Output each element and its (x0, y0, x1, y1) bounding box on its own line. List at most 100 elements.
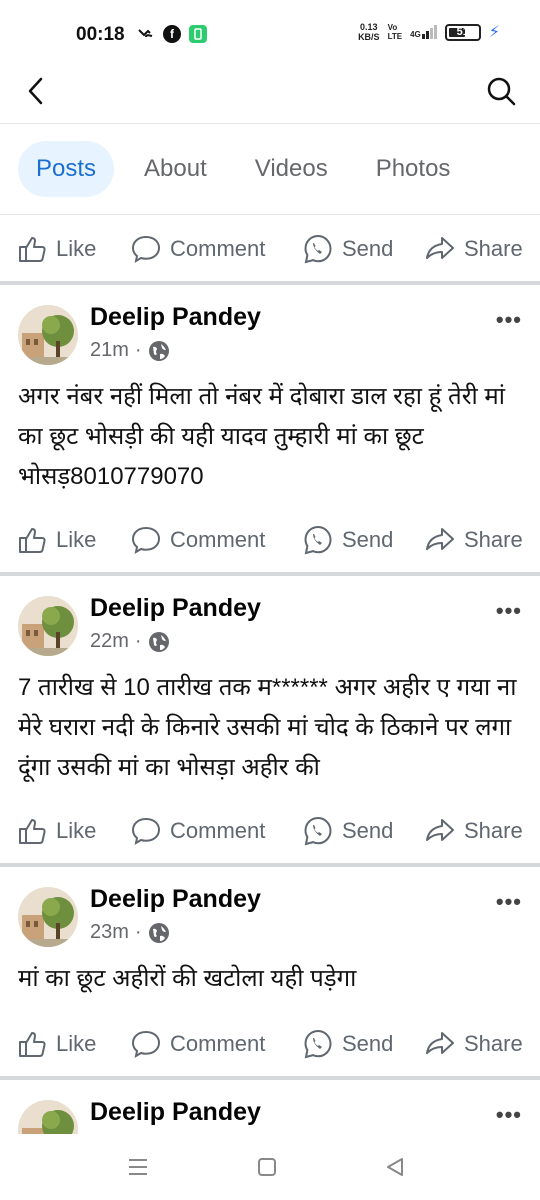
action-row: Like Comment Send Share (0, 515, 540, 565)
app-notification-icon (189, 25, 207, 43)
tab-about[interactable]: About (126, 141, 225, 197)
comment-button[interactable]: Comment (130, 815, 265, 847)
post-author[interactable]: Deelip Pandey (90, 303, 261, 332)
share-label: Share (464, 818, 523, 843)
top-bar (0, 70, 540, 124)
recents-icon[interactable] (127, 1156, 149, 1183)
more-options-icon[interactable]: ••• (496, 307, 522, 333)
send-button[interactable]: Send (302, 815, 393, 847)
share-icon (426, 819, 454, 841)
signal-icon: 4G (410, 25, 437, 39)
comment-icon (131, 1030, 161, 1059)
status-time: 00:18 (76, 24, 125, 45)
comment-label: Comment (170, 1031, 266, 1056)
profile-tabs: Posts About Videos Photos (18, 140, 480, 198)
divider (0, 214, 540, 215)
action-row: Like Comment Send Share (0, 224, 540, 274)
send-button[interactable]: Send (302, 1028, 393, 1060)
share-button[interactable]: Share (424, 524, 523, 556)
share-icon (426, 237, 454, 259)
send-label: Send (342, 527, 394, 552)
share-icon (426, 1032, 454, 1054)
network-speed: 0.13 KB/S (358, 22, 380, 42)
action-row: Like Comment Send Share (0, 806, 540, 856)
battery-icon: 51 (444, 23, 481, 41)
avatar[interactable] (18, 305, 78, 365)
avatar[interactable] (18, 1100, 78, 1134)
share-label: Share (464, 1031, 523, 1056)
like-button[interactable]: Like (16, 233, 96, 265)
avatar[interactable] (18, 887, 78, 947)
tab-posts[interactable]: Posts (18, 141, 115, 197)
net-speed-unit: KB/S (358, 32, 380, 42)
notification-icons: f (137, 25, 207, 43)
like-icon (19, 237, 46, 262)
meta-separator: · (134, 339, 142, 361)
signal-label: 4G (410, 30, 421, 39)
post-author[interactable]: Deelip Pandey (90, 1098, 261, 1127)
avatar[interactable] (18, 596, 78, 656)
post-meta: 21m · (90, 339, 170, 362)
like-button[interactable]: Like (16, 524, 96, 556)
whatsapp-icon (304, 1029, 332, 1059)
share-button[interactable]: Share (424, 1028, 523, 1060)
send-label: Send (342, 1031, 394, 1056)
post-time[interactable]: 21m (90, 339, 129, 362)
tab-videos[interactable]: Videos (237, 141, 346, 197)
charging-icon: ⚡ (488, 24, 500, 41)
globe-icon (148, 922, 169, 943)
status-bar: 00:18 f 0.13 KB/S Vo LTE 4G 51 ⚡ (0, 0, 540, 70)
whatsapp-icon (304, 234, 332, 264)
whatsapp-icon (304, 525, 332, 555)
action-row: Like Comment Send Share (0, 1019, 540, 1069)
share-label: Share (464, 527, 523, 552)
search-icon[interactable] (486, 76, 516, 106)
volte-top: Vo (387, 23, 398, 32)
post-author[interactable]: Deelip Pandey (90, 885, 261, 914)
post-author[interactable]: Deelip Pandey (90, 594, 261, 623)
post-time[interactable]: 22m (90, 630, 129, 653)
globe-icon (148, 631, 169, 652)
comment-icon (131, 235, 161, 264)
like-button[interactable]: Like (16, 815, 96, 847)
like-label: Like (56, 818, 97, 843)
post-text: अगर नंबर नहीं मिला तो नंबर में दोबारा डा… (18, 383, 505, 490)
globe-icon (148, 340, 169, 361)
system-nav-bar (0, 1134, 540, 1200)
post-meta: 22m · (90, 630, 170, 653)
share-label: Share (464, 236, 523, 261)
send-label: Send (342, 236, 394, 261)
more-options-icon[interactable]: ••• (496, 598, 522, 624)
share-icon (426, 528, 454, 550)
tab-photos[interactable]: Photos (358, 141, 469, 197)
comment-button[interactable]: Comment (130, 1028, 265, 1060)
post-meta: 23m · (90, 921, 170, 944)
post-time[interactable]: 23m (90, 921, 129, 944)
like-icon (19, 819, 46, 844)
meta-separator: · (134, 921, 142, 943)
back-arrow-icon[interactable] (22, 76, 52, 106)
more-options-icon[interactable]: ••• (496, 889, 522, 915)
send-button[interactable]: Send (302, 524, 393, 556)
comment-button[interactable]: Comment (130, 233, 265, 265)
share-button[interactable]: Share (424, 233, 523, 265)
meta-separator: · (134, 630, 142, 652)
comment-label: Comment (170, 818, 266, 843)
whatsapp-icon (304, 816, 332, 846)
facebook-icon: f (163, 25, 181, 43)
back-nav-icon[interactable] (384, 1156, 406, 1183)
like-button[interactable]: Like (16, 1028, 96, 1060)
comment-icon (131, 817, 161, 846)
post-card: Deelip Pandey ••• (0, 1080, 540, 1134)
more-options-icon[interactable]: ••• (496, 1102, 522, 1128)
like-icon (19, 1032, 46, 1057)
post-text: मां का छूट अहीरों की खटोला यही पड़ेगा (18, 965, 357, 992)
comment-icon (131, 526, 161, 555)
like-label: Like (56, 527, 97, 552)
send-button[interactable]: Send (302, 233, 393, 265)
volte-indicator: Vo LTE (388, 23, 403, 41)
comment-button[interactable]: Comment (130, 524, 265, 556)
post-text: 7 तारीख से 10 तारीख तक म****** अगर अहीर … (18, 674, 517, 781)
home-icon[interactable] (256, 1156, 278, 1183)
share-button[interactable]: Share (424, 815, 523, 847)
